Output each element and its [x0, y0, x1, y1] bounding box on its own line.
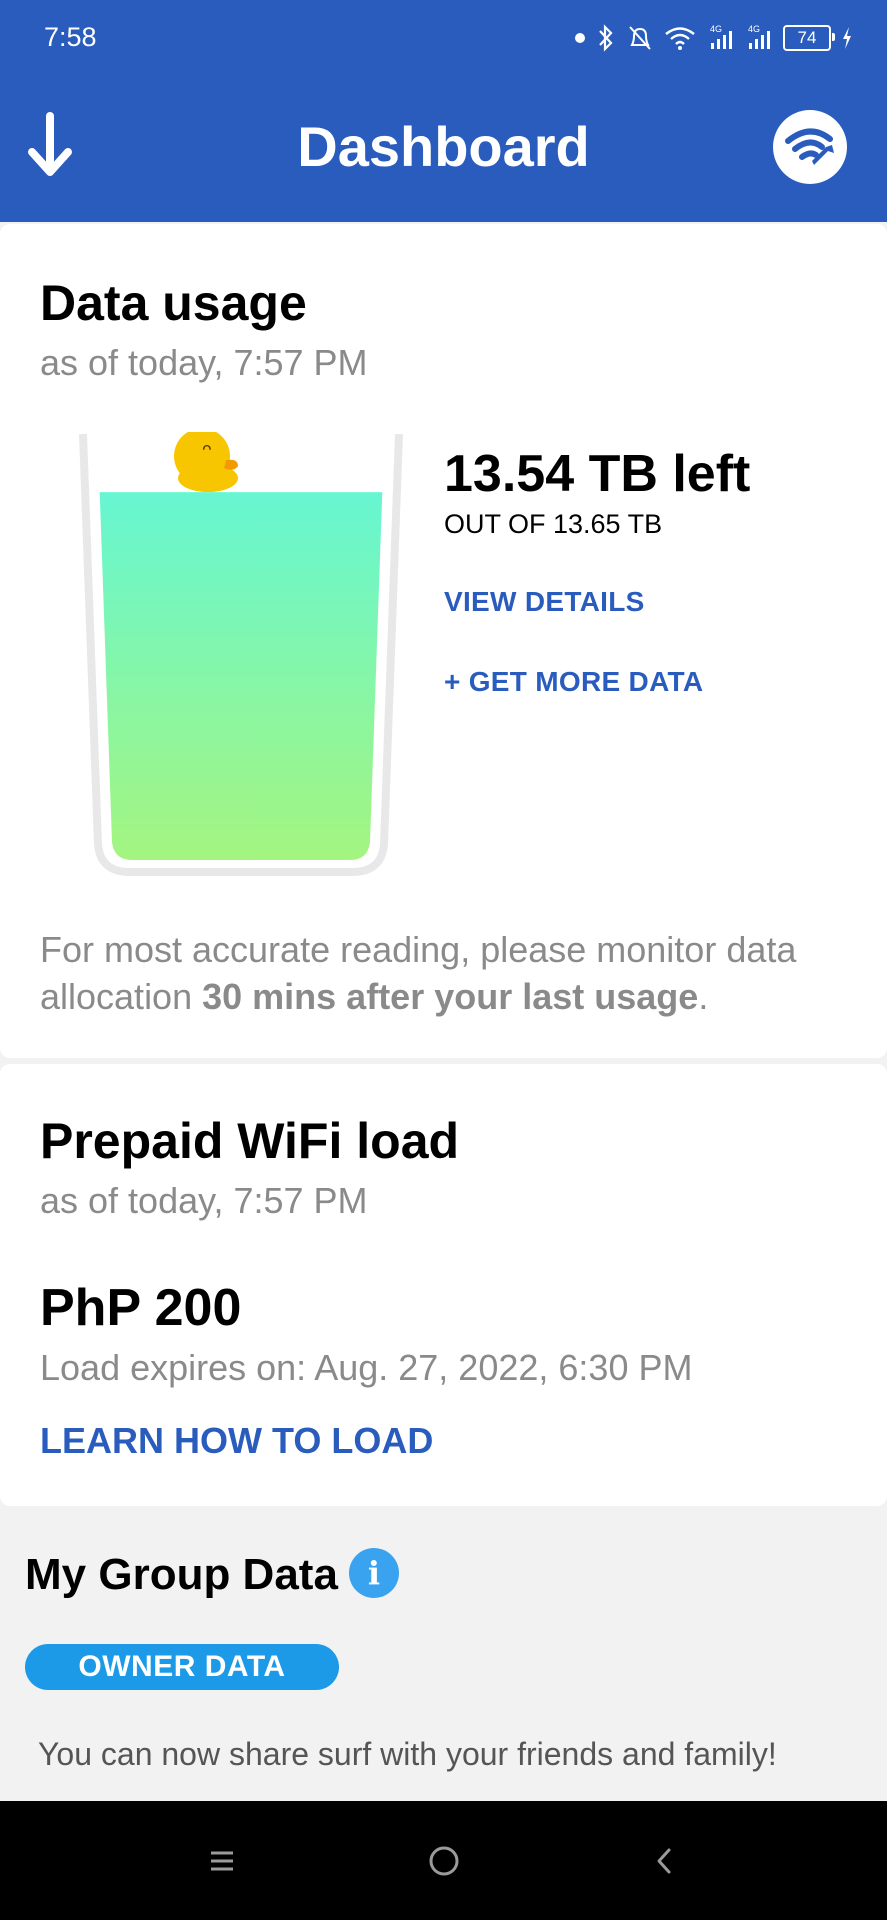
- view-details-link[interactable]: VIEW DETAILS: [444, 586, 645, 618]
- notification-dot-icon: [575, 33, 585, 43]
- bluetooth-icon: [599, 24, 613, 52]
- load-amount: PhP 200: [40, 1279, 242, 1337]
- rubber-duck-icon: ᴖ: [174, 428, 238, 493]
- data-left-amount: 13.54 TB left: [444, 445, 751, 503]
- accuracy-note: For most accurate reading, please monito…: [40, 926, 860, 1020]
- status-time: 7:58: [44, 22, 97, 52]
- note-bold: 30 mins after your last usage: [202, 976, 699, 1017]
- group-data-section: My Group Data i OWNER DATA You can now s…: [0, 1506, 887, 1801]
- back-icon[interactable]: [642, 1839, 686, 1883]
- status-bar: 7:58 4G 4G 74: [0, 0, 887, 76]
- signal-4g-icon: 4G: [710, 24, 732, 49]
- wifi-wrench-icon[interactable]: [773, 110, 847, 184]
- liquid-fill: [98, 492, 384, 860]
- wifi-icon: [665, 27, 695, 50]
- group-data-title: My Group Data: [25, 1550, 338, 1599]
- data-total: OUT OF 13.65 TB: [444, 509, 663, 539]
- mute-icon: [629, 26, 651, 50]
- data-glass-graphic: ᴖ: [78, 428, 404, 884]
- page-title: Dashboard: [297, 115, 590, 178]
- svg-text:4G: 4G: [748, 24, 760, 34]
- note-suffix: .: [698, 976, 709, 1017]
- battery-icon: 74: [783, 25, 835, 51]
- prepaid-load-card: Prepaid WiFi load as of today, 7:57 PM P…: [0, 1064, 887, 1506]
- system-nav-bar: [0, 1801, 887, 1920]
- charging-icon: [843, 27, 851, 49]
- get-more-data-link[interactable]: + GET MORE DATA: [444, 666, 703, 698]
- owner-data-pill[interactable]: OWNER DATA: [25, 1644, 339, 1690]
- svg-text:4G: 4G: [710, 24, 722, 34]
- data-usage-title: Data usage: [40, 275, 307, 331]
- learn-how-to-load-link[interactable]: LEARN HOW TO LOAD: [40, 1420, 433, 1462]
- data-usage-card: Data usage as of today, 7:57 PM ᴖ 13.54 …: [0, 224, 887, 1058]
- recents-icon[interactable]: [200, 1839, 244, 1883]
- home-icon[interactable]: [422, 1839, 466, 1883]
- load-expiry: Load expires on: Aug. 27, 2022, 6:30 PM: [40, 1347, 693, 1388]
- svg-text:ᴖ: ᴖ: [202, 439, 212, 458]
- data-usage-timestamp: as of today, 7:57 PM: [40, 342, 368, 383]
- battery-level: 74: [797, 28, 817, 47]
- signal-4g-icon: 4G: [748, 24, 770, 49]
- info-icon[interactable]: i: [349, 1548, 399, 1598]
- prepaid-timestamp: as of today, 7:57 PM: [40, 1180, 368, 1221]
- app-bar: Dashboard: [0, 76, 887, 222]
- prepaid-title: Prepaid WiFi load: [40, 1113, 460, 1169]
- share-description: You can now share surf with your friends…: [38, 1736, 777, 1772]
- status-icons: 4G 4G 74: [575, 18, 853, 58]
